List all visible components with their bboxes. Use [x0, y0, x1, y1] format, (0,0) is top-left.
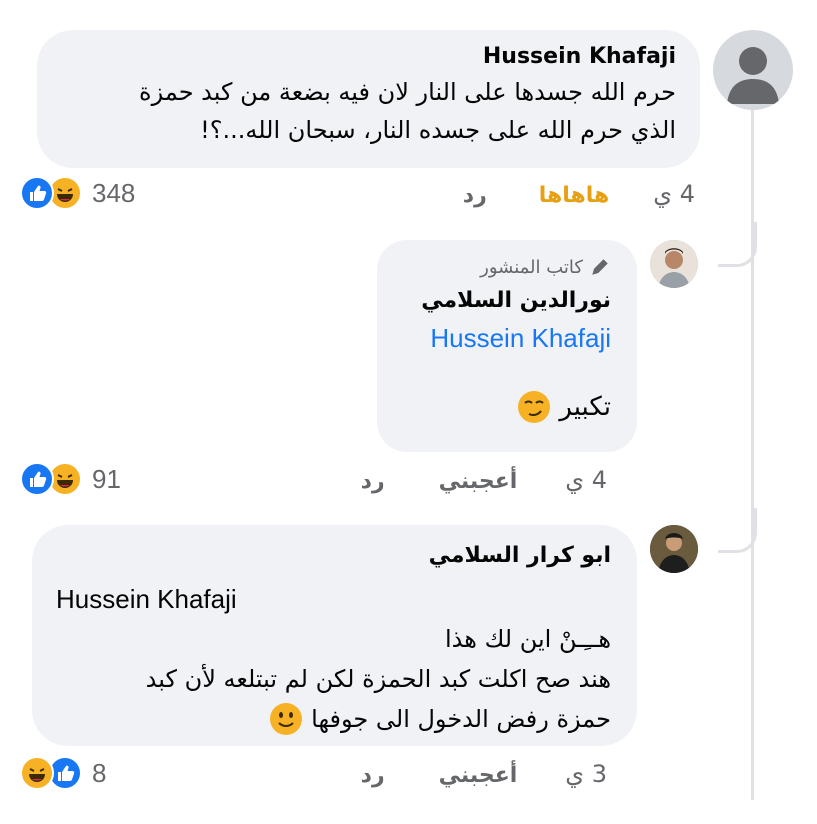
timestamp[interactable]: 4 ي	[565, 466, 607, 494]
author-badge-label: كاتب المنشور	[480, 256, 583, 278]
like-button[interactable]: أعجبني	[439, 469, 518, 494]
avatar[interactable]	[650, 240, 698, 288]
comment-author[interactable]: ابو كرار السلامي	[56, 543, 611, 568]
comment-text-line: هــِـنْ اين لك هذا	[445, 625, 611, 653]
comment-text-line: تكبير	[559, 392, 611, 422]
like-button[interactable]: أعجبني	[439, 763, 518, 788]
like-reaction-icon	[20, 176, 54, 210]
comment-bubble: Hussein Khafaji حرم الله جسدها على النار…	[37, 30, 700, 168]
like-reaction-icon	[20, 462, 54, 496]
reaction-summary[interactable]: 91	[20, 462, 121, 496]
comment-text-line: الذي حرم الله على جسده النار، سبحان الله…	[200, 116, 676, 144]
comment-text: تكبير	[403, 388, 611, 426]
default-user-icon	[727, 47, 779, 104]
reaction-button[interactable]: هاهاها	[539, 183, 610, 208]
comment-bubble: ابو كرار السلامي Hussein Khafaji هــِـنْ…	[32, 525, 637, 746]
reaction-count: 8	[92, 757, 107, 788]
reply-button[interactable]: رد	[361, 763, 385, 788]
comment-actions: 4 ي هاهاها رد	[463, 180, 695, 208]
reply-button[interactable]: رد	[361, 469, 385, 494]
user-photo-icon	[650, 240, 698, 288]
user-photo-icon	[650, 525, 698, 573]
mention-link[interactable]: Hussein Khafaji	[56, 584, 611, 615]
comment-text: حرم الله جسدها على النار لان فيه بضعة من…	[61, 73, 676, 149]
timestamp[interactable]: 4 ي	[653, 180, 695, 208]
comment-bubble: كاتب المنشور نورالدين السلامي Hussein Kh…	[377, 240, 637, 452]
comment-text-line: حرم الله جسدها على النار لان فيه بضعة من…	[139, 78, 676, 106]
timestamp[interactable]: 3 ي	[565, 760, 607, 788]
comment-actions: 3 ي أعجبني رد	[361, 760, 607, 788]
comment-author[interactable]: Hussein Khafaji	[61, 44, 676, 69]
comment-author[interactable]: نورالدين السلامي	[403, 288, 611, 313]
thread-branch	[718, 508, 757, 553]
comment-text: هــِـنْ اين لك هذا هند صح اكلت كبد الحمز…	[56, 619, 611, 739]
author-badge: كاتب المنشور	[403, 256, 611, 278]
pencil-icon	[592, 259, 608, 275]
thread-line	[751, 100, 754, 800]
avatar[interactable]	[713, 30, 793, 110]
thread-branch	[718, 222, 757, 267]
comment-text-line: حمزة رفض الدخول الى جوفها	[311, 705, 611, 733]
reply-button[interactable]: رد	[463, 183, 487, 208]
reaction-count: 91	[92, 463, 121, 494]
slight-smile-emoji-icon	[270, 703, 303, 735]
comment-text-line-with-emoji: حمزة رفض الدخول الى جوفها	[56, 699, 611, 739]
reaction-summary[interactable]: 348	[20, 176, 135, 210]
comment-actions: 4 ي أعجبني رد	[361, 466, 607, 494]
smirk-emoji-icon	[518, 391, 551, 423]
reaction-summary[interactable]: 8	[20, 756, 106, 790]
avatar[interactable]	[650, 525, 698, 573]
comment-text-line: هند صح اكلت كبد الحمزة لكن لم تبتلعه لأن…	[145, 665, 611, 693]
mention-link[interactable]: Hussein Khafaji	[403, 323, 611, 354]
haha-reaction-icon	[20, 756, 54, 790]
reaction-count: 348	[92, 177, 136, 208]
